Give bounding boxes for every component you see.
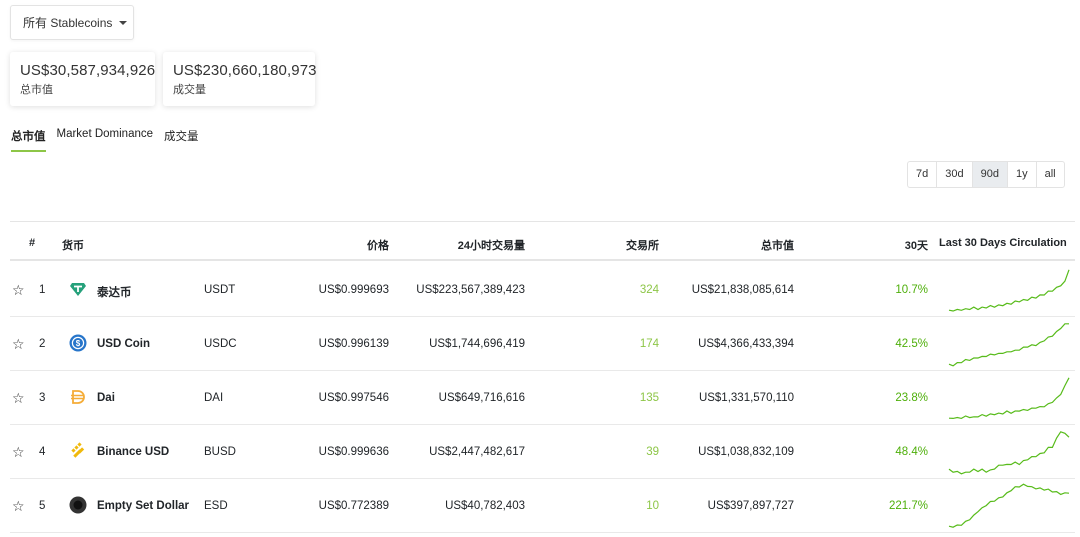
col-market-cap[interactable]: 总市值	[761, 237, 794, 253]
circulation-sparkline	[948, 323, 1069, 367]
sparkline-path	[948, 431, 1070, 475]
star-icon[interactable]: ☆	[12, 445, 25, 459]
coin-name-link[interactable]: Binance USD	[97, 446, 169, 458]
coin-price: US$0.772389	[318, 500, 389, 512]
table-row[interactable]: ☆ 3 Dai DAI US$0.997546 US$649,716,616 135 US$1…	[10, 371, 1075, 425]
range-1y[interactable]: 1y	[1008, 162, 1037, 187]
coin-market-cap: US$4,366,433,394	[698, 338, 794, 350]
coin-rank: 4	[39, 446, 46, 458]
star-icon[interactable]: ☆	[12, 391, 25, 405]
coin-rank: 5	[39, 500, 46, 512]
tether-icon	[69, 280, 87, 298]
coin-volume-24h: US$2,447,482,617	[429, 446, 525, 458]
coin-exchanges-count[interactable]: 39	[646, 446, 659, 458]
coin-exchanges-count[interactable]: 324	[640, 284, 659, 296]
filter-label: 所有 Stablecoins	[23, 16, 113, 30]
range-90d[interactable]: 90d	[972, 162, 1008, 187]
svg-text:$: $	[76, 339, 81, 348]
dai-icon	[69, 388, 87, 406]
col-rank[interactable]: #	[29, 237, 35, 249]
range-30d[interactable]: 30d	[937, 162, 973, 187]
time-range-selector: 7d 30d 90d 1y all	[907, 161, 1065, 188]
sparkline-path	[948, 483, 1070, 528]
coin-exchanges-count[interactable]: 135	[640, 392, 659, 404]
col-volume[interactable]: 24小时交易量	[458, 237, 525, 253]
empty-set-dollar-icon	[69, 496, 87, 514]
star-icon[interactable]: ☆	[12, 499, 25, 513]
coin-symbol: ESD	[204, 500, 228, 512]
circulation-sparkline	[948, 431, 1070, 475]
market-cap-value: US$30,587,934,926	[20, 62, 156, 79]
coin-name-link[interactable]: Dai	[97, 392, 115, 404]
col-circulation: Last 30 Days Circulation	[939, 237, 1067, 249]
sparkline-path	[948, 269, 1070, 312]
binance-usd-icon	[69, 442, 87, 460]
coin-change-30d: 221.7%	[888, 500, 928, 512]
col-price[interactable]: 价格	[367, 237, 389, 253]
coin-symbol: USDC	[204, 338, 237, 350]
usd-coin-icon: $	[69, 334, 87, 352]
circulation-sparkline	[948, 377, 1070, 420]
sparkline-path	[948, 323, 1069, 367]
range-7d[interactable]: 7d	[908, 162, 938, 187]
coin-rank: 1	[39, 284, 46, 296]
tab-market-cap[interactable]: 总市值	[11, 128, 46, 152]
table-row[interactable]: ☆ 1 泰达币 USDT US$0.999693 US$223,567,389,423 32…	[10, 263, 1075, 317]
table-row[interactable]: ☆ 4 Binance USD BUSD US$0.999636 US$2,447,482…	[10, 425, 1075, 479]
market-cap-card: US$30,587,934,926 总市值	[10, 52, 155, 106]
volume-label: 成交量	[173, 84, 206, 96]
range-all[interactable]: all	[1037, 162, 1064, 187]
table-row[interactable]: ☆ 5 Empty Set Dollar ESD US$0.772389 US$40,78…	[10, 479, 1075, 533]
coin-volume-24h: US$1,744,696,419	[429, 338, 525, 350]
table-row[interactable]: ☆ 2 $ USD Coin USDC US$0.996139 US$1,744,696,4…	[10, 317, 1075, 371]
sparkline-path	[948, 377, 1070, 420]
coin-symbol: BUSD	[204, 446, 236, 458]
coin-rank: 2	[39, 338, 46, 350]
coin-volume-24h: US$649,716,616	[438, 392, 525, 404]
coin-symbol: DAI	[204, 392, 224, 404]
col-change-30d[interactable]: 30天	[905, 237, 928, 253]
coin-volume-24h: US$223,567,389,423	[416, 284, 525, 296]
market-cap-label: 总市值	[20, 84, 53, 96]
coin-change-30d: 42.5%	[895, 338, 928, 350]
circulation-sparkline	[948, 269, 1070, 312]
coin-exchanges-count[interactable]: 174	[640, 338, 659, 350]
volume-card: US$230,660,180,973 成交量	[163, 52, 317, 106]
coin-change-30d: 48.4%	[895, 446, 928, 458]
coin-price: US$0.997546	[318, 392, 389, 404]
coin-price: US$0.999636	[318, 446, 389, 458]
star-icon[interactable]: ☆	[12, 337, 25, 351]
coin-name-link[interactable]: 泰达币	[97, 284, 132, 300]
chart-tabs: 总市值 Market Dominance 成交量	[11, 128, 199, 152]
star-icon[interactable]: ☆	[12, 283, 25, 297]
coin-symbol: USDT	[204, 284, 236, 296]
col-coin[interactable]: 货币	[62, 237, 84, 253]
caret-down-icon	[119, 20, 128, 25]
circulation-sparkline	[948, 483, 1070, 528]
coin-volume-24h: US$40,782,403	[445, 500, 525, 512]
coin-market-cap: US$397,897,727	[707, 500, 794, 512]
coin-change-30d: 10.7%	[895, 284, 928, 296]
stablecoin-filter-dropdown[interactable]: 所有 Stablecoins	[10, 5, 134, 40]
coin-market-cap: US$21,838,085,614	[691, 284, 794, 296]
coin-market-cap: US$1,038,832,109	[698, 446, 794, 458]
coin-market-cap: US$1,331,570,110	[698, 392, 794, 404]
volume-value: US$230,660,180,973	[173, 62, 317, 79]
coin-name-link[interactable]: USD Coin	[97, 338, 150, 350]
coin-price: US$0.999693	[318, 284, 389, 296]
coin-price: US$0.996139	[318, 338, 389, 350]
coin-change-30d: 23.8%	[895, 392, 928, 404]
coin-name-link[interactable]: Empty Set Dollar	[97, 500, 189, 512]
tab-volume[interactable]: 成交量	[164, 128, 199, 152]
table-header: # 货币 价格 24小时交易量 交易所 总市值 30天 Last 30 Days…	[10, 222, 1075, 261]
coin-rank: 3	[39, 392, 46, 404]
tab-market-dominance[interactable]: Market Dominance	[57, 128, 154, 152]
coin-exchanges-count[interactable]: 10	[646, 500, 659, 512]
col-exchanges[interactable]: 交易所	[626, 237, 659, 253]
